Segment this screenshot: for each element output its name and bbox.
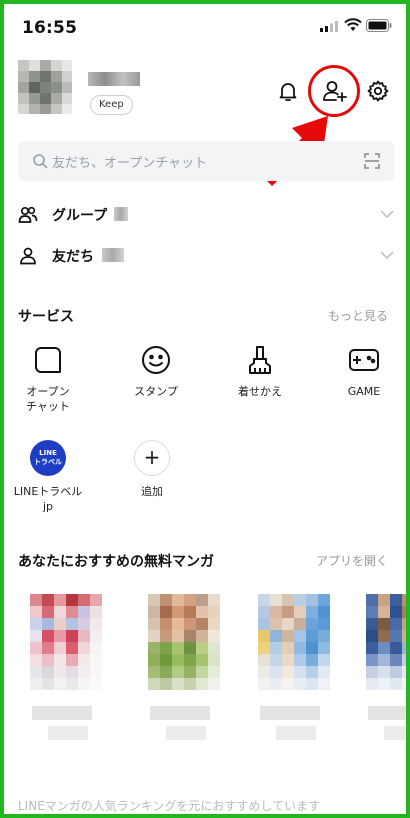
manga-title-redacted [368, 706, 406, 720]
person-icon [20, 247, 36, 265]
search-icon [33, 154, 48, 169]
status-bar: 16:55 [4, 4, 406, 48]
game-icon [348, 344, 380, 376]
manga-card[interactable] [20, 588, 112, 758]
profile-name-redacted [88, 72, 140, 86]
manga-card[interactable] [248, 588, 340, 758]
group-icon [18, 206, 38, 223]
manga-open-app-link[interactable]: アプリを開く [316, 552, 388, 569]
manga-cover-image [366, 594, 406, 694]
manga-title-redacted [260, 706, 320, 720]
manga-card[interactable] [138, 588, 230, 758]
search-placeholder: 友だち、オープンチャット [52, 156, 208, 171]
manga-card[interactable] [356, 588, 406, 758]
wifi-icon [344, 18, 362, 31]
screen-frame: 16:55 Keep 友だち、オープンチャット グループ 友だち サービス もっ… [0, 0, 410, 818]
sticker-icon [140, 344, 172, 376]
group-count-redacted [114, 207, 128, 221]
avatar[interactable] [18, 60, 72, 114]
chevron-down-icon[interactable] [380, 209, 394, 219]
service-label: 着せかえ [238, 385, 282, 398]
line-travel-icon: LINE トラベル [30, 440, 66, 476]
manga-meta-redacted [166, 726, 206, 740]
group-row[interactable]: グループ [18, 195, 394, 235]
manga-meta-redacted [276, 726, 316, 740]
friends-label: 友だち [52, 249, 94, 265]
cellular-signal-icon [320, 21, 338, 32]
service-label: オープン チャット [26, 385, 70, 413]
manga-title-redacted [32, 706, 92, 720]
manga-title: あなたにおすすめの無料マンガ [18, 554, 214, 570]
service-label: GAME [347, 385, 381, 398]
manga-cover-image [30, 594, 102, 694]
friends-row[interactable]: 友だち [18, 236, 394, 276]
battery-icon [366, 19, 392, 32]
chevron-down-icon[interactable] [380, 250, 394, 260]
friends-count-redacted [102, 248, 124, 262]
group-label: グループ [52, 208, 108, 224]
manga-footer-note: LINEマンガの人気ランキングを元におすすめしています [18, 799, 321, 813]
service-label: 追加 [141, 485, 163, 498]
add-icon: + [134, 440, 170, 476]
service-label: LINEトラベル jp [13, 485, 83, 513]
service-theme[interactable]: 着せかえ [220, 344, 300, 399]
services-more-link[interactable]: もっと見る [328, 307, 388, 324]
keep-badge[interactable]: Keep [90, 95, 133, 115]
status-time: 16:55 [22, 18, 78, 38]
manga-cover-image [258, 594, 330, 694]
service-openchat[interactable]: オープン チャット [8, 344, 88, 414]
theme-brush-icon [244, 344, 276, 376]
manga-meta-redacted [384, 726, 406, 740]
qr-scan-icon[interactable] [364, 153, 380, 169]
service-add[interactable]: + 追加 [112, 440, 192, 499]
manga-title-redacted [150, 706, 210, 720]
manga-cover-image [148, 594, 220, 694]
services-title: サービス [18, 309, 74, 325]
search-bar[interactable]: 友だち、オープンチャット [18, 141, 394, 181]
service-label: スタンプ [134, 385, 178, 398]
service-game[interactable]: GAME [324, 344, 404, 399]
settings-gear-icon[interactable] [366, 79, 390, 103]
service-line-travel[interactable]: LINE トラベル LINEトラベル jp [8, 440, 88, 514]
openchat-icon [32, 344, 64, 376]
manga-meta-redacted [48, 726, 88, 740]
bell-icon[interactable] [276, 79, 300, 103]
service-sticker[interactable]: スタンプ [116, 344, 196, 399]
